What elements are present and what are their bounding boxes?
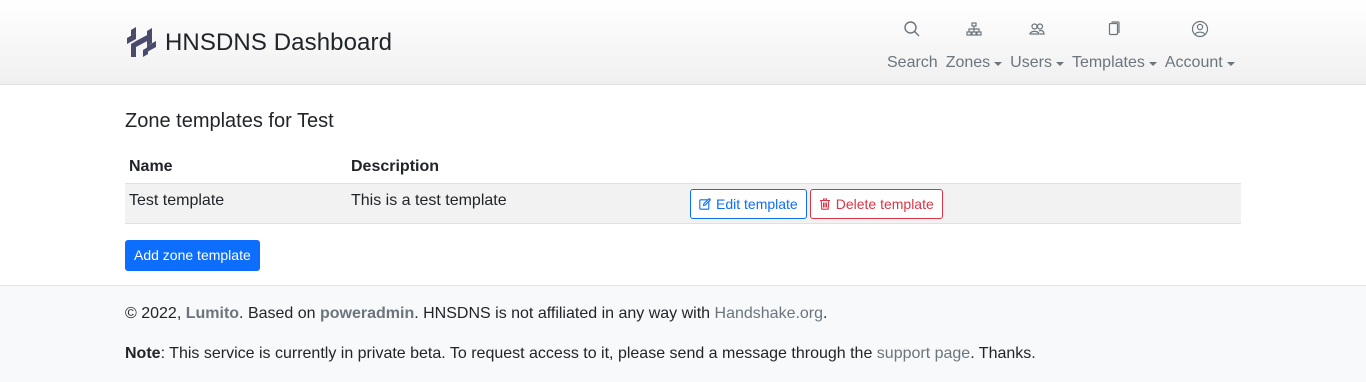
template-name: Test template <box>129 191 225 209</box>
column-header-name: Name <box>129 158 173 175</box>
poweradmin-link[interactable]: poweradmin <box>320 305 414 322</box>
footer-note-line: Note: This service is currently in priva… <box>125 345 1036 363</box>
based-on-text: . Based on <box>239 305 320 322</box>
brand-title: HNSDNS Dashboard <box>165 28 393 56</box>
nav-search[interactable]: Search <box>883 18 942 72</box>
nav-account-label: Account <box>1164 54 1223 71</box>
brand[interactable]: HNSDNS Dashboard <box>125 26 392 59</box>
support-page-link[interactable]: support page <box>877 345 970 362</box>
nav-zones[interactable]: Zones <box>942 18 1006 72</box>
footer-copyright-line: © 2022, Lumito. Based on poweradmin. HNS… <box>125 305 827 323</box>
caret-down-icon <box>1226 61 1235 66</box>
caret-down-icon <box>1055 61 1064 66</box>
nav-account[interactable]: Account <box>1161 18 1239 72</box>
nav-users-label: Users <box>1010 54 1052 71</box>
table-row: Test template This is a test template Ed… <box>125 183 1241 224</box>
note-label: Note <box>125 345 161 362</box>
note-text: : This service is currently in private b… <box>160 345 877 362</box>
main-content: Zone templates for Test Name Description… <box>125 110 1241 271</box>
files-icon <box>1109 21 1121 36</box>
person-circle-icon <box>1191 20 1208 38</box>
edit-template-label: Edit template <box>716 195 798 212</box>
nav-search-label: Search <box>887 54 938 71</box>
nav-templates[interactable]: Templates <box>1068 18 1161 72</box>
caret-down-icon <box>994 61 1003 66</box>
nav-templates-label: Templates <box>1071 54 1145 71</box>
search-icon <box>904 21 920 37</box>
hnsdns-logo-icon <box>127 27 156 57</box>
delete-template-button[interactable]: Delete template <box>809 188 943 219</box>
affiliation-text: . HNSDNS is not affiliated in any way wi… <box>414 305 715 322</box>
template-actions-cell: Edit template Delete template <box>686 184 1241 224</box>
add-zone-template-button[interactable]: Add zone template <box>125 240 260 271</box>
nav-zones-label: Zones <box>945 54 991 71</box>
template-description-cell: This is a test template <box>347 184 686 224</box>
template-name-cell: Test template <box>125 184 347 224</box>
footer: © 2022, Lumito. Based on poweradmin. HNS… <box>0 285 1366 382</box>
edit-icon <box>699 197 711 210</box>
sitemap-icon <box>966 22 982 36</box>
caret-down-icon <box>1148 61 1157 66</box>
main-nav: Search Zones Users Templates Account <box>883 18 1239 72</box>
period-text: . <box>823 305 828 322</box>
table-header-row: Name Description <box>125 154 1241 184</box>
people-icon <box>1029 23 1045 35</box>
templates-table: Name Description Test template This is a… <box>125 154 1241 224</box>
template-description: This is a test template <box>351 191 507 209</box>
edit-template-button[interactable]: Edit template <box>690 188 807 219</box>
trash-icon <box>819 197 830 210</box>
column-header-description: Description <box>351 158 440 175</box>
delete-template-label: Delete template <box>835 195 934 212</box>
copyright-text: © 2022, <box>125 305 186 322</box>
thanks-text: . Thanks. <box>970 345 1036 362</box>
author-link[interactable]: Lumito <box>186 305 239 322</box>
page-title: Zone templates for Test <box>125 110 334 132</box>
handshake-link[interactable]: Handshake.org <box>715 305 824 322</box>
column-header-actions <box>686 154 1241 184</box>
navbar: HNSDNS Dashboard Search Zones Users Temp… <box>0 0 1366 85</box>
nav-users[interactable]: Users <box>1006 18 1068 72</box>
